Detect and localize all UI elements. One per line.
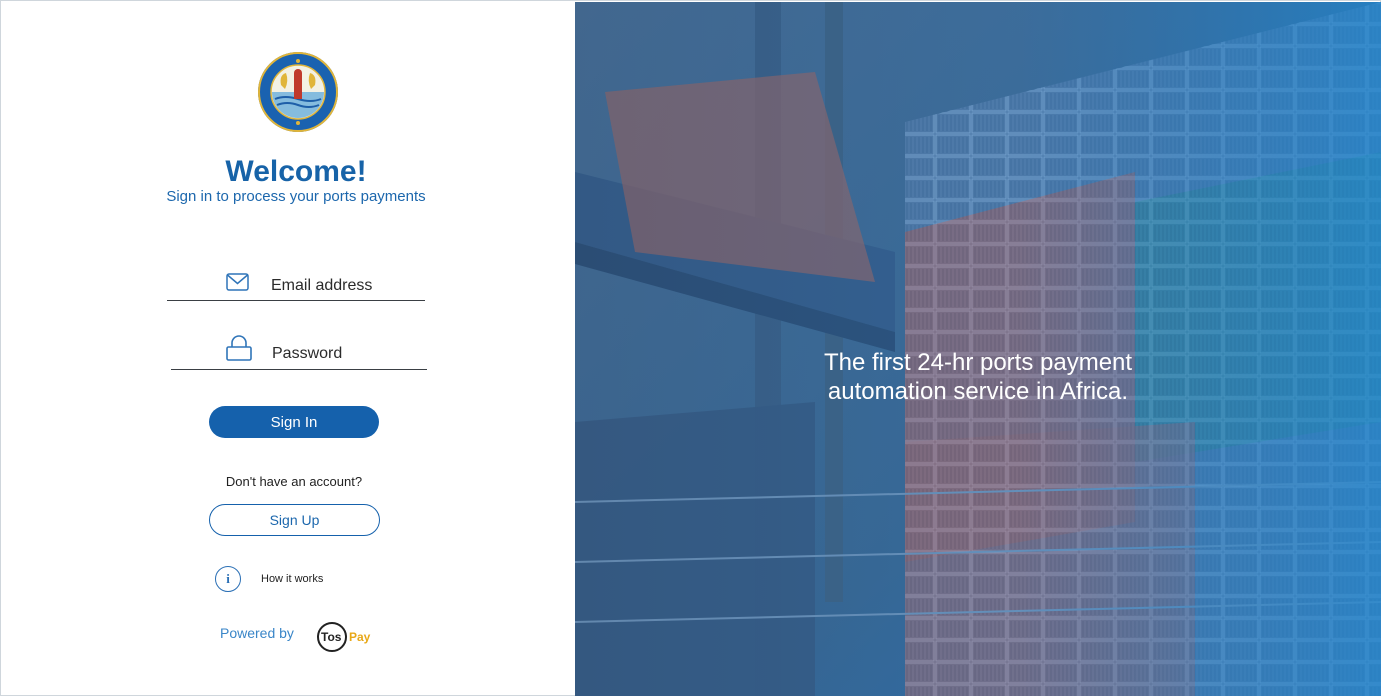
tospay-logo-tos: Tos — [321, 630, 342, 644]
password-input[interactable] — [272, 343, 422, 365]
hero-panel: The first 24-hr ports payment automation… — [575, 2, 1381, 696]
kenya-ports-authority-logo — [258, 52, 338, 132]
lock-icon — [226, 335, 252, 361]
login-panel: Welcome! Sign in to process your ports p… — [1, 1, 575, 695]
envelope-icon — [226, 273, 249, 291]
tospay-logo-pay: Pay — [349, 630, 371, 644]
page-title: Welcome! — [225, 155, 367, 188]
powered-by-label: Powered by — [220, 625, 294, 641]
hero-tagline: The first 24-hr ports payment automation… — [575, 348, 1381, 406]
email-input[interactable] — [271, 275, 421, 297]
no-account-prompt: Don't have an account? — [225, 474, 363, 489]
email-field — [167, 263, 425, 301]
tospay-logo: Tos Pay — [317, 621, 377, 653]
hero-tagline-line-1: The first 24-hr ports payment — [823, 349, 1133, 376]
sign-up-button[interactable]: Sign Up — [209, 504, 380, 536]
password-field — [171, 331, 427, 370]
hero-tagline-line-2: automation service in Africa. — [827, 378, 1129, 405]
sign-in-button[interactable]: Sign In — [209, 406, 379, 438]
info-icon[interactable]: i — [215, 566, 241, 592]
how-it-works-link[interactable]: How it works — [261, 573, 323, 585]
page-subtitle: Sign in to process your ports payments — [166, 188, 426, 205]
